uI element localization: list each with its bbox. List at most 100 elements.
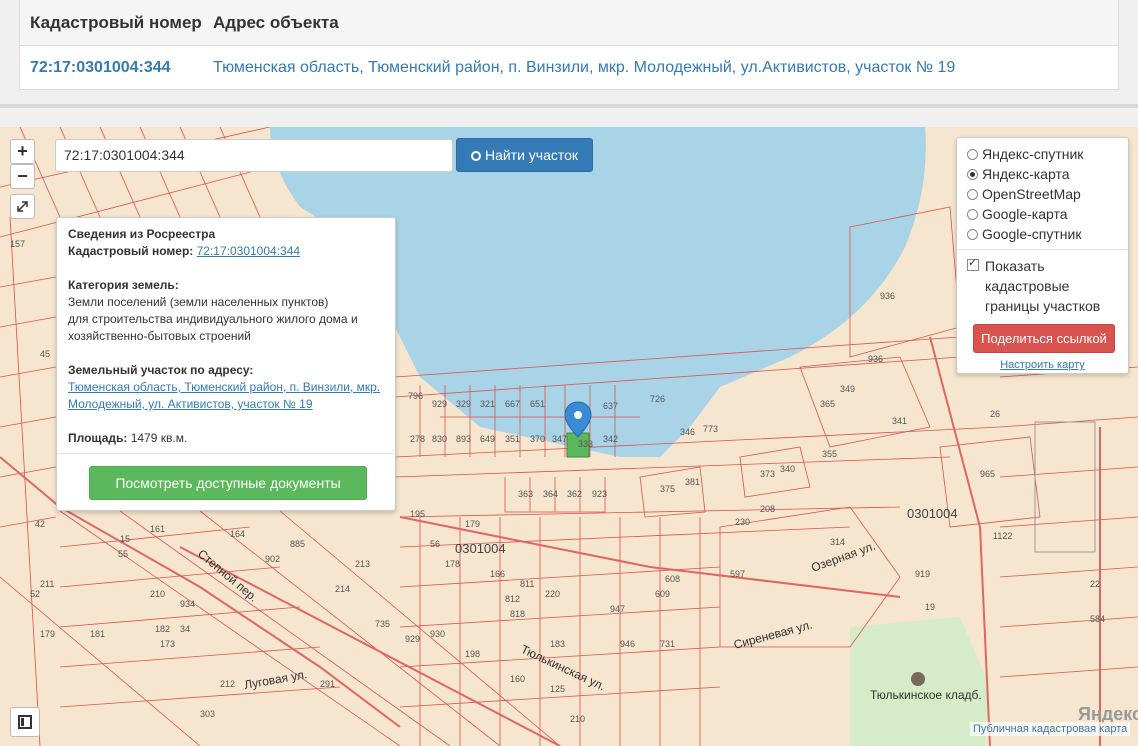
- parcel-number: 381: [685, 477, 700, 487]
- layer-switcher: Яндекс-спутник Яндекс-карта OpenStreetMap G…: [956, 137, 1129, 374]
- parcel-number: 212: [220, 679, 235, 689]
- parcel-number: 365: [820, 399, 835, 409]
- layer-radio[interactable]: [967, 168, 978, 180]
- parcel-number: 934: [180, 599, 195, 609]
- parcel-number: 773: [703, 424, 718, 434]
- parcel-number: 211: [40, 579, 54, 589]
- address-link[interactable]: Тюменская область, Тюменский район, п. В…: [213, 59, 955, 77]
- parcel-number: 314: [830, 537, 845, 547]
- film-icon[interactable]: [10, 707, 40, 737]
- layer-option-label: OpenStreetMap: [982, 186, 1081, 202]
- layer-radio[interactable]: [967, 228, 978, 240]
- parcel-number: 329: [456, 399, 471, 409]
- parcel-number: 373: [760, 469, 775, 479]
- share-link-button[interactable]: Поделиться ссылкой: [973, 324, 1115, 353]
- layer-radio[interactable]: [967, 188, 978, 200]
- parcel-number: 929: [405, 634, 420, 644]
- parcel-number: 198: [465, 649, 480, 659]
- show-borders-label: Показать: [985, 258, 1045, 274]
- parcel-number: 1122: [993, 531, 1012, 541]
- parcel-number: 195: [410, 509, 425, 519]
- column-address: Адрес объекта: [213, 12, 339, 32]
- column-cadastral-number: Кадастровый номер: [30, 12, 202, 32]
- layer-option[interactable]: Яндекс-карта: [967, 164, 1118, 184]
- layer-option[interactable]: Google-спутник: [967, 224, 1118, 244]
- cadastral-number-link[interactable]: 72:17:0301004:344: [30, 59, 213, 77]
- parcel-number: 42: [35, 519, 45, 529]
- divider: [0, 104, 1138, 108]
- parcel-number: 735: [375, 619, 390, 629]
- parcel-number: 341: [892, 416, 907, 426]
- parcel-number: 830: [432, 434, 447, 444]
- parcel-number: 213: [355, 559, 370, 569]
- show-borders-toggle[interactable]: Показать кадастровые границы участков: [967, 256, 1118, 316]
- parcel-number: 946: [620, 639, 635, 649]
- parcel-number: 340: [780, 464, 795, 474]
- zoom-out-button[interactable]: −: [10, 164, 35, 189]
- layer-radio[interactable]: [967, 208, 978, 220]
- address-label: Земельный участок по адресу:: [68, 363, 254, 377]
- cemetery-label: Тюлькинское кладб.: [870, 688, 982, 702]
- layer-option[interactable]: Яндекс-спутник: [967, 144, 1118, 164]
- parcel-number: 651: [530, 399, 545, 409]
- parcel-number: 363: [518, 489, 533, 499]
- table-header: Кадастровый номер Адрес объекта: [20, 0, 1118, 46]
- layer-option[interactable]: OpenStreetMap: [967, 184, 1118, 204]
- find-parcel-button[interactable]: Найти участок: [456, 138, 593, 172]
- parcel-number: 812: [505, 594, 520, 604]
- parcel-number: 355: [822, 449, 837, 459]
- parcel-number: 183: [550, 639, 565, 649]
- parcel-number: 726: [650, 394, 665, 404]
- parcel-number: 649: [480, 434, 495, 444]
- street-label: Луговая ул.: [243, 667, 308, 692]
- layer-radio[interactable]: [967, 148, 978, 160]
- parcel-number: 160: [510, 674, 525, 684]
- parcel-number: 811: [520, 579, 534, 589]
- expand-icon[interactable]: [10, 194, 35, 219]
- info-title: Сведения из Росреестра: [68, 227, 216, 241]
- parcel-number: 346: [680, 427, 695, 437]
- parcel-number: 885: [290, 539, 305, 549]
- info-cad-link[interactable]: 72:17:0301004:344: [197, 244, 300, 258]
- parcel-number: 125: [550, 684, 565, 694]
- parcel-number: 22: [1090, 579, 1100, 589]
- parcel-number: 930: [430, 629, 445, 639]
- parcel-number: 19: [925, 602, 935, 612]
- layer-option-label: Google-спутник: [982, 226, 1082, 242]
- view-documents-button[interactable]: Посмотреть доступные документы: [89, 466, 367, 500]
- map-container[interactable]: 0301004 0301004 Тюлькинская ул. Степной …: [0, 127, 1138, 746]
- parcel-number: 731: [660, 639, 675, 649]
- parcel-number: 230: [735, 517, 750, 527]
- parcel-number: 179: [465, 519, 480, 529]
- show-borders-checkbox[interactable]: [967, 256, 979, 271]
- address-value-link[interactable]: Тюменская область, Тюменский район, п. В…: [68, 379, 384, 396]
- zoom-in-button[interactable]: +: [10, 139, 35, 164]
- parcel-number: 214: [335, 584, 350, 594]
- parcel-number: 936: [880, 291, 895, 301]
- parcel-number: 15: [120, 534, 130, 544]
- parcel-number: 181: [90, 629, 105, 639]
- parcel-number: 947: [610, 604, 625, 614]
- cadastral-map-link[interactable]: Публичная кадастровая карта: [970, 722, 1131, 736]
- address-value-link[interactable]: Молодежный, ул. Активистов, участок № 19: [68, 396, 384, 413]
- layer-option-label: Яндекс-спутник: [982, 146, 1084, 162]
- parcel-number: 52: [30, 589, 40, 599]
- results-header: Кадастровый номер Адрес объекта 72:17:03…: [0, 0, 1138, 127]
- parcel-number: 291: [320, 679, 335, 689]
- parcel-number: 45: [40, 349, 50, 359]
- parcel-number: 667: [505, 399, 520, 409]
- info-cad-label: Кадастровый номер:: [68, 244, 194, 258]
- table-row[interactable]: 72:17:0301004:344 Тюменская область, Тюм…: [20, 46, 1118, 90]
- show-borders-label: кадастровые: [985, 278, 1070, 294]
- configure-map-link[interactable]: Настроить карту: [967, 359, 1118, 371]
- parcel-number: 210: [570, 714, 585, 724]
- parcel-number: 609: [655, 589, 670, 599]
- cemetery-icon: [911, 672, 925, 686]
- layer-option-label: Яндекс-карта: [982, 166, 1070, 182]
- search-input[interactable]: 72:17:0301004:344: [55, 139, 453, 172]
- parcel-number: 34: [180, 624, 190, 634]
- parcel-number: 608: [665, 574, 680, 584]
- street-label: Степной пер.: [195, 547, 260, 605]
- layer-option[interactable]: Google-карта: [967, 204, 1118, 224]
- parcel-number: 56: [430, 539, 440, 549]
